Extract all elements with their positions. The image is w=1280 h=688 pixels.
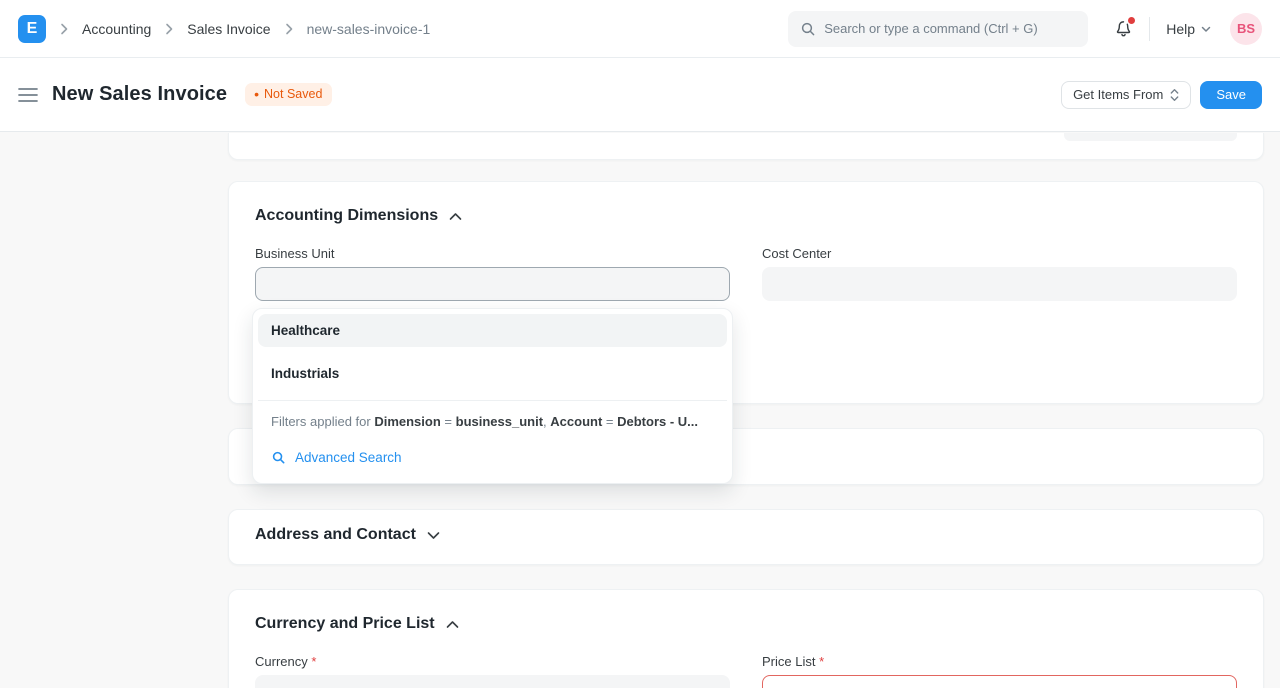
section-address-and-contact: Address and Contact: [228, 509, 1264, 565]
chevron-right-icon: [161, 21, 177, 37]
business-unit-input[interactable]: [255, 267, 730, 301]
accounting-dimensions-fields: Business Unit Cost Center: [255, 246, 1237, 301]
currency-label: Currency *: [255, 654, 730, 669]
form-content: Accounting Dimensions Business Unit Cost…: [228, 133, 1264, 688]
search-icon: [271, 450, 286, 465]
clipped-section-card: [228, 133, 1264, 160]
clipped-input-field: [1064, 133, 1237, 141]
notification-dot: [1128, 17, 1135, 24]
status-badge-label: Not Saved: [264, 87, 322, 101]
business-unit-dropdown: Healthcare Industrials Filters applied f…: [252, 308, 733, 484]
page-header: New Sales Invoice • Not Saved Get Items …: [0, 58, 1280, 132]
price-list-label: Price List *: [762, 654, 1237, 669]
section-head-accounting-dimensions[interactable]: Accounting Dimensions: [255, 207, 1237, 225]
cost-center-input[interactable]: [762, 267, 1237, 301]
chevron-down-icon: [427, 531, 440, 540]
breadcrumb-current: new-sales-invoice-1: [307, 21, 431, 37]
navbar-right: Help BS: [1114, 13, 1262, 45]
erpnext-logo-letter: E: [27, 20, 38, 38]
price-list-input[interactable]: [762, 675, 1237, 688]
select-arrows-icon: [1170, 88, 1179, 102]
get-items-from-label: Get Items From: [1073, 87, 1163, 102]
get-items-from-button[interactable]: Get Items From: [1061, 81, 1191, 109]
header-actions: Get Items From Save: [1061, 81, 1262, 109]
chevron-up-icon: [446, 620, 459, 629]
chevron-right-icon: [281, 21, 297, 37]
global-search[interactable]: [788, 11, 1088, 47]
filter-note-business-unit: business_unit: [456, 414, 543, 429]
section-head-currency-and-price-list[interactable]: Currency and Price List: [255, 615, 1237, 633]
help-label: Help: [1166, 21, 1195, 37]
section-head-address-and-contact[interactable]: Address and Contact: [255, 526, 1237, 544]
help-menu[interactable]: Help: [1166, 21, 1212, 37]
notifications-button[interactable]: [1114, 19, 1133, 38]
search-icon: [800, 21, 816, 37]
sidebar-toggle-button[interactable]: [18, 87, 38, 103]
dropdown-option-healthcare[interactable]: Healthcare: [258, 314, 727, 347]
page-title: New Sales Invoice: [52, 83, 227, 106]
section-title: Currency and Price List: [255, 615, 435, 633]
navbar: E Accounting Sales Invoice new-sales-inv…: [0, 0, 1280, 58]
filter-note-account: Account: [550, 414, 602, 429]
section-title: Accounting Dimensions: [255, 207, 438, 225]
search-input[interactable]: [824, 21, 1076, 36]
filter-note-debtors: Debtors - U...: [617, 414, 698, 429]
chevron-up-icon: [449, 212, 462, 221]
section-currency-and-price-list: Currency and Price List Currency * Price…: [228, 589, 1264, 688]
avatar-initials: BS: [1237, 21, 1255, 36]
currency-label-text: Currency: [255, 654, 308, 669]
menu-icon: [18, 87, 38, 103]
save-button[interactable]: Save: [1200, 81, 1262, 109]
breadcrumb-accounting[interactable]: Accounting: [82, 21, 151, 37]
main-area: Accounting Dimensions Business Unit Cost…: [0, 133, 1280, 688]
avatar[interactable]: BS: [1230, 13, 1262, 45]
dropdown-filter-note: Filters applied for Dimension = business…: [258, 400, 727, 443]
advanced-search-label: Advanced Search: [295, 450, 402, 465]
price-list-label-text: Price List: [762, 654, 815, 669]
filter-note-dimension: Dimension: [374, 414, 440, 429]
required-asterisk: *: [819, 654, 824, 669]
dropdown-option-industrials[interactable]: Industrials: [258, 357, 727, 390]
currency-input[interactable]: [255, 675, 730, 688]
filter-note-text: Filters applied for: [271, 414, 374, 429]
price-list-field-group: Price List *: [762, 654, 1237, 688]
business-unit-field-group: Business Unit: [255, 246, 730, 301]
filter-note-eq2: =: [602, 414, 617, 429]
currency-field-group: Currency *: [255, 654, 730, 688]
status-badge: • Not Saved: [245, 83, 332, 106]
chevron-down-icon: [1200, 23, 1212, 35]
advanced-search-link[interactable]: Advanced Search: [258, 443, 727, 477]
cost-center-field-group: Cost Center: [762, 246, 1237, 301]
filter-note-eq: =: [441, 414, 456, 429]
section-title: Address and Contact: [255, 526, 416, 544]
erpnext-logo[interactable]: E: [18, 15, 46, 43]
breadcrumb-sales-invoice[interactable]: Sales Invoice: [187, 21, 270, 37]
required-asterisk: *: [311, 654, 316, 669]
business-unit-label: Business Unit: [255, 246, 730, 261]
cost-center-label: Cost Center: [762, 246, 1237, 261]
divider: [1149, 17, 1150, 41]
currency-price-fields: Currency * Price List *: [255, 654, 1237, 688]
chevron-right-icon: [56, 21, 72, 37]
